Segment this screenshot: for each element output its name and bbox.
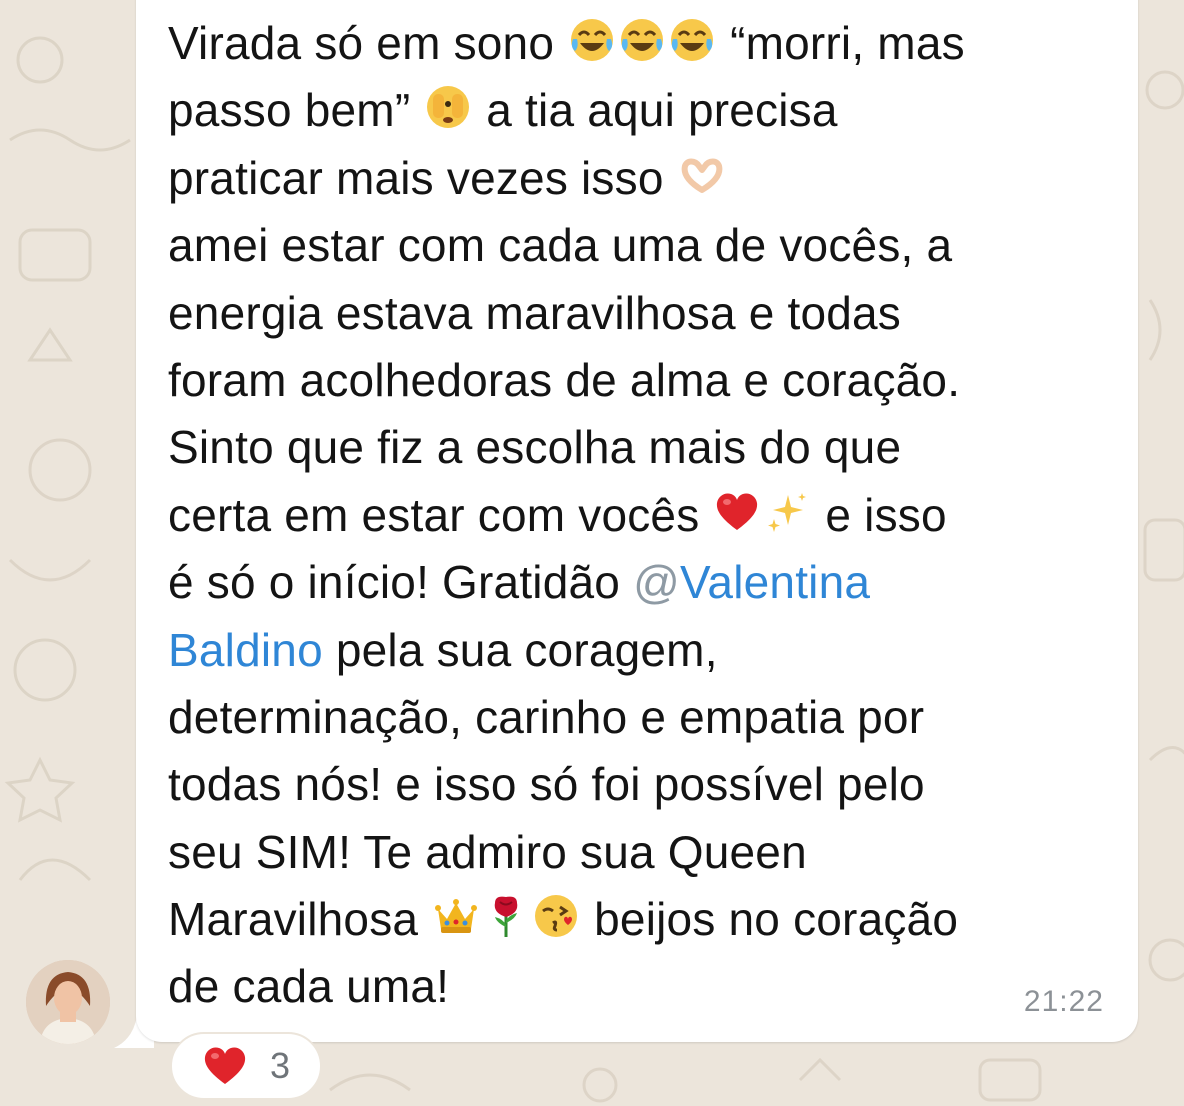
face-with-peeking-eye-icon [425, 84, 471, 130]
message-line: foram acolhedoras de alma e coração. [168, 353, 961, 406]
message-line: Virada só em sono “morri, mas [168, 17, 965, 69]
message-line: Sinto que fiz a escolha mais do que [168, 421, 902, 474]
message-line: todas nós! e isso só foi possível pelo [168, 758, 925, 811]
face-with-tears-of-joy-icon [619, 17, 665, 63]
message-line: amei estar com cada uma de vocês, a [168, 219, 953, 272]
message-line: certa em estar com vocês e isso [168, 488, 947, 541]
message-timestamp: 21:22 [1023, 985, 1104, 1018]
reaction-count: 3 [269, 1045, 291, 1086]
mention-link-continued[interactable]: Baldino [168, 624, 323, 676]
heart-hands-icon [679, 152, 725, 198]
sparkles-icon [764, 489, 810, 535]
reaction-pill[interactable]: 3 [170, 1032, 322, 1100]
message-line: determinação, carinho e empatia por [168, 690, 925, 743]
crown-icon [433, 893, 479, 939]
message-line: passo bem” a tia aqui precisa [168, 84, 838, 137]
mention-link[interactable]: @Valentina [633, 556, 870, 608]
sender-avatar[interactable] [26, 960, 110, 1044]
face-with-tears-of-joy-icon [669, 17, 715, 63]
message-line: de cada uma! [168, 960, 450, 1013]
face-with-tears-of-joy-icon [569, 17, 615, 63]
message-line: energia estava maravilhosa e todas [168, 286, 902, 339]
message-line: Maravilhosa beijos no coração [168, 893, 959, 946]
message-text: Virada só em sono “morri, mas passo bem”… [168, 10, 1128, 1021]
message-line: praticar mais vezes isso [168, 145, 1128, 212]
message-line: é só o início! Gratidão @Valentina [168, 556, 871, 609]
red-heart-icon [202, 1043, 248, 1089]
face-blowing-kiss-icon [533, 893, 579, 939]
avatar-photo [26, 960, 110, 1044]
message-line: Baldino pela sua coragem, [168, 623, 718, 676]
message-line: seu SIM! Te admiro sua Queen [168, 825, 807, 878]
red-heart-icon [714, 489, 760, 535]
rose-icon [483, 893, 529, 939]
